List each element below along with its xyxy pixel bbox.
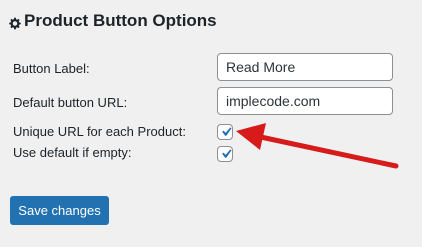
default-url-label: Default button URL:: [13, 95, 128, 110]
unique-url-label: Unique URL for each Product:: [13, 124, 186, 139]
section-heading: Product Button Options: [9, 11, 217, 31]
use-default-label: Use default if empty:: [13, 145, 132, 160]
button-label-input[interactable]: [217, 53, 393, 81]
checkmark-icon: [222, 149, 232, 158]
default-url-input[interactable]: [217, 87, 393, 115]
settings-panel: Product Button Options Button Label: Def…: [0, 0, 422, 247]
checkmark-icon: [222, 127, 232, 136]
gear-icon: [9, 15, 22, 29]
use-default-checkbox[interactable]: [217, 146, 233, 162]
save-changes-button[interactable]: Save changes: [10, 196, 109, 225]
section-title: Product Button Options: [24, 11, 217, 30]
unique-url-checkbox[interactable]: [217, 124, 233, 140]
button-label-label: Button Label:: [13, 61, 90, 76]
